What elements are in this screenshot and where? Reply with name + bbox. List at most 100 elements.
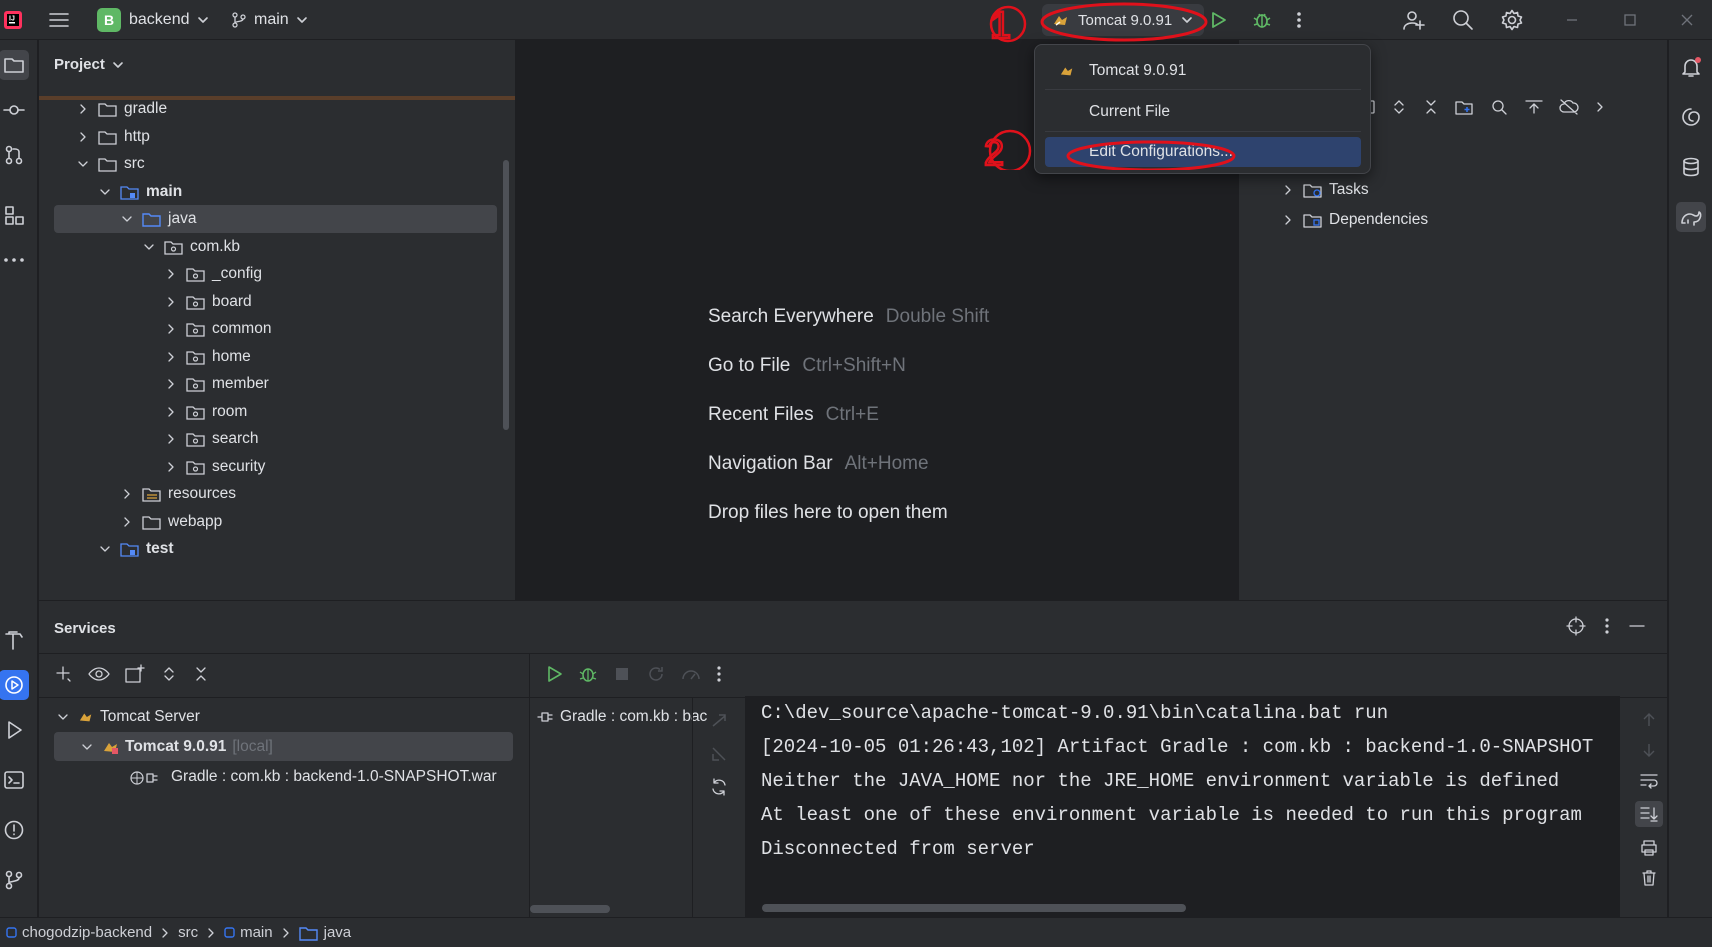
collapse-all-icon[interactable] bbox=[192, 664, 210, 684]
more-tools-icon[interactable] bbox=[0, 245, 29, 275]
scroll-down-arrow-icon[interactable] bbox=[1640, 741, 1658, 759]
print-icon[interactable] bbox=[1639, 839, 1659, 857]
chevron-right-icon bbox=[80, 104, 86, 114]
locate-crosshair-icon[interactable] bbox=[1566, 616, 1586, 636]
commit-icon[interactable] bbox=[0, 95, 29, 125]
gradle-elephant-icon[interactable] bbox=[1676, 202, 1706, 232]
project-tree-item[interactable]: main bbox=[98, 178, 182, 206]
more-icon[interactable] bbox=[716, 664, 722, 684]
analyze-deps-icon[interactable] bbox=[1488, 98, 1510, 116]
run-config-popup: Tomcat 9.0.91 Current File Edit Configur… bbox=[1034, 44, 1371, 174]
scroll-up-arrow-icon[interactable] bbox=[1640, 711, 1658, 729]
link-project-icon[interactable] bbox=[1454, 98, 1474, 116]
scroll-to-end-toggle[interactable] bbox=[1635, 801, 1663, 827]
terminal-icon[interactable] bbox=[0, 765, 29, 795]
undeploy-icon[interactable] bbox=[709, 744, 729, 764]
project-tree-item[interactable]: room bbox=[164, 398, 247, 426]
console-hscrollbar[interactable] bbox=[762, 904, 1186, 912]
project-tree-item[interactable]: gradle bbox=[76, 95, 167, 123]
database-icon[interactable] bbox=[1676, 152, 1706, 182]
profiler-icon[interactable] bbox=[680, 664, 702, 684]
toggle-offline-icon[interactable] bbox=[1524, 98, 1544, 116]
project-view-header[interactable]: Project bbox=[54, 56, 125, 73]
services-icon[interactable] bbox=[0, 670, 29, 700]
project-tree-item[interactable]: java bbox=[120, 205, 196, 233]
search-icon[interactable] bbox=[1452, 0, 1478, 40]
run-tool-icon[interactable] bbox=[0, 715, 29, 745]
deployment-scrollbar[interactable] bbox=[530, 905, 610, 913]
chevron-right-icon[interactable] bbox=[1594, 98, 1606, 116]
project-tree-item[interactable]: resources bbox=[120, 480, 236, 508]
collapse-all-icon[interactable] bbox=[1422, 98, 1440, 116]
new-group-icon[interactable] bbox=[124, 664, 146, 684]
breadcrumb-main[interactable]: main bbox=[224, 924, 273, 941]
popup-item-current-file[interactable]: Current File bbox=[1045, 97, 1361, 127]
breadcrumb-src[interactable]: src bbox=[178, 924, 198, 941]
project-tree-item[interactable]: http bbox=[76, 123, 150, 151]
project-tree-item[interactable]: security bbox=[164, 453, 265, 481]
project-tree-item[interactable]: src bbox=[76, 150, 145, 178]
stop-icon[interactable] bbox=[612, 664, 632, 684]
module-folder-icon bbox=[120, 543, 139, 557]
build-hammer-icon[interactable] bbox=[0, 625, 29, 655]
project-tool-folder-icon[interactable] bbox=[0, 50, 29, 80]
main-menu-icon[interactable] bbox=[48, 0, 74, 40]
deploy-icon[interactable] bbox=[709, 711, 729, 731]
service-tree-tomcat-instance[interactable]: Tomcat 9.0.91 [local] bbox=[80, 733, 273, 761]
project-scrollbar[interactable] bbox=[503, 160, 509, 430]
refresh-icon[interactable] bbox=[709, 777, 729, 797]
breadcrumb-project[interactable]: chogodzip-backend bbox=[6, 924, 152, 941]
deployment-item[interactable]: Gradle : com.kb : bac bbox=[530, 703, 738, 731]
project-switcher[interactable]: B backend bbox=[97, 0, 210, 40]
minimize-icon[interactable] bbox=[1565, 0, 1585, 40]
git-icon[interactable] bbox=[0, 865, 29, 895]
console-line: Neither the JAVA_HOME nor the JRE_HOME e… bbox=[761, 770, 1560, 792]
problems-icon[interactable] bbox=[0, 815, 29, 845]
debug-button[interactable] bbox=[1252, 0, 1278, 40]
close-window-icon[interactable] bbox=[1680, 0, 1700, 40]
console-output[interactable]: C:\dev_source\apache-tomcat-9.0.91\bin\c… bbox=[745, 696, 1620, 917]
debug-bug-icon[interactable] bbox=[578, 664, 598, 684]
project-tree-item[interactable]: member bbox=[164, 370, 269, 398]
editor-hint: Drop files here to open them bbox=[708, 502, 948, 524]
project-tree-item[interactable]: home bbox=[164, 343, 251, 371]
cloud-off-icon[interactable] bbox=[1558, 98, 1580, 116]
run-icon[interactable] bbox=[544, 664, 564, 684]
project-tree-item[interactable]: board bbox=[164, 288, 252, 316]
project-tree-item[interactable]: common bbox=[164, 315, 271, 343]
notifications-bell-icon[interactable] bbox=[1676, 52, 1706, 82]
project-tree-item[interactable]: _config bbox=[164, 260, 262, 288]
add-service-icon[interactable] bbox=[54, 664, 74, 684]
clear-trash-icon[interactable] bbox=[1640, 869, 1658, 887]
service-tree-tomcat-server[interactable]: Tomcat Server bbox=[56, 703, 200, 731]
project-tree-item[interactable]: webapp bbox=[120, 508, 222, 536]
pull-requests-icon[interactable] bbox=[0, 140, 29, 170]
ai-assistant-icon[interactable] bbox=[1676, 102, 1706, 132]
gradle-tree-item-tasks[interactable]: Tasks bbox=[1281, 176, 1369, 204]
structure-icon[interactable] bbox=[0, 200, 29, 230]
expand-all-icon[interactable] bbox=[160, 664, 178, 684]
project-tree-item[interactable]: com.kb bbox=[142, 233, 240, 261]
project-tree-item[interactable]: search bbox=[164, 425, 259, 453]
gradle-tree-label: Dependencies bbox=[1329, 211, 1429, 228]
settings-gear-icon[interactable] bbox=[1501, 0, 1527, 40]
run-button[interactable] bbox=[1208, 0, 1234, 40]
hide-panel-icon[interactable] bbox=[1628, 616, 1646, 636]
popup-item-tomcat[interactable]: Tomcat 9.0.91 bbox=[1045, 56, 1361, 86]
chevron-right-icon bbox=[80, 131, 86, 142]
view-options-eye-icon[interactable] bbox=[88, 664, 110, 684]
breadcrumb-java[interactable]: java bbox=[298, 924, 351, 941]
soft-wrap-icon[interactable] bbox=[1639, 771, 1659, 789]
expand-all-icon[interactable] bbox=[1390, 98, 1408, 116]
popup-item-edit-configurations[interactable]: Edit Configurations... bbox=[1045, 137, 1361, 167]
rerun-icon[interactable] bbox=[646, 664, 666, 684]
run-config-selector[interactable]: Tomcat 9.0.91 bbox=[1042, 4, 1205, 36]
more-actions-icon[interactable] bbox=[1296, 0, 1316, 40]
services-more-icon[interactable] bbox=[1604, 616, 1610, 636]
service-tree-artifact[interactable]: Gradle : com.kb : backend-1.0-SNAPSHOT.w… bbox=[129, 763, 497, 791]
project-tree-item[interactable]: test bbox=[98, 535, 174, 563]
branch-switcher[interactable]: main bbox=[230, 0, 309, 40]
gradle-tree-item-dependencies[interactable]: Dependencies bbox=[1281, 206, 1428, 234]
maximize-icon[interactable] bbox=[1623, 0, 1643, 40]
add-user-icon[interactable] bbox=[1402, 0, 1428, 40]
